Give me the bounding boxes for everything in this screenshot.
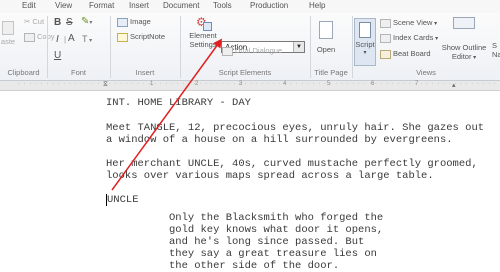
note-icon (117, 32, 128, 42)
dual-dialogue-icon (222, 46, 233, 56)
index-cards-button[interactable]: Index Cards ▾ (380, 33, 438, 43)
ruler-ticks: · · · · · · · · · · · · · · · · · · · · … (18, 81, 497, 87)
font-size-button[interactable]: | (64, 35, 66, 44)
scissors-icon: ✂ (24, 17, 31, 26)
element-settings-button[interactable]: ⚙ Element Settings (186, 16, 220, 49)
dialogue-line[interactable]: Only the Blacksmith who forged the (169, 212, 383, 224)
script-page[interactable]: INT. HOME LIBRARY - DAY Meet TANGLE, 12,… (0, 91, 500, 272)
underline-button[interactable]: U (54, 50, 61, 61)
insert-image-button[interactable]: Image (117, 17, 151, 27)
insert-scriptnote-button[interactable]: ScriptNote (117, 32, 165, 42)
action-line[interactable]: a window of a house on a hill surrounded… (106, 134, 453, 146)
chevron-down-icon: ▾ (363, 50, 367, 56)
scene-heading[interactable]: INT. HOME LIBRARY - DAY (106, 97, 251, 109)
beat-board-button[interactable]: Beat Board (380, 49, 431, 59)
group-label-title-page: Title Page (314, 68, 348, 77)
left-indent-marker[interactable]: ⧖ (103, 81, 108, 89)
bold-button[interactable]: B (54, 17, 61, 28)
dual-dialogue-button[interactable]: Dual Dialogue (222, 46, 282, 56)
action-line[interactable]: Her merchant UNCLE, 40s, curved mustache… (106, 158, 478, 170)
tab-help[interactable]: Help (309, 1, 325, 10)
beat-board-icon (380, 49, 391, 59)
dialogue-line[interactable]: they say a great treasure lies on (169, 248, 377, 260)
copy-icon (24, 32, 35, 42)
dialogue-line[interactable]: the other side of the door. (169, 260, 339, 272)
script-page-icon (359, 22, 371, 38)
cut-button[interactable]: ✂ Cut (24, 17, 44, 26)
ruler-mark: 3 (239, 81, 243, 87)
italic-button[interactable]: I (56, 34, 59, 45)
settings-icon: ⚙ (195, 16, 212, 31)
group-label-clipboard: Clipboard (7, 68, 40, 77)
change-case-button[interactable]: T ▾ (82, 34, 92, 44)
paste-button[interactable]: aste (0, 21, 16, 46)
ruler-mark: 2 (195, 81, 199, 87)
strikethrough-button[interactable]: S (66, 17, 73, 28)
dialogue-line[interactable]: and he's long since passed. But (169, 236, 364, 248)
ruler-mark: 7 (415, 81, 419, 87)
ribbon: aste ✂ Cut Copy Clipboard B S ✎▾ I | A T… (0, 13, 500, 81)
tab-view[interactable]: View (55, 1, 72, 10)
tab-format[interactable]: Format (89, 1, 114, 10)
tab-production[interactable]: Production (250, 1, 288, 10)
group-label-font: Font (70, 68, 86, 77)
group-label-insert: Insert (135, 68, 155, 77)
next-view-button-partial[interactable]: S Na (492, 41, 500, 59)
action-line[interactable]: looks over various maps spread across a … (106, 170, 434, 182)
index-cards-icon (380, 33, 391, 43)
image-icon (117, 17, 128, 27)
script-view-button[interactable]: Script ▾ (354, 18, 376, 66)
ruler-mark: 1 (150, 81, 154, 87)
show-outline-editor-button[interactable]: Show Outline Editor ▾ (436, 17, 492, 61)
paste-icon (2, 21, 14, 35)
ruler-mark: 6 (371, 81, 375, 87)
tab-document[interactable]: Document (163, 1, 199, 10)
ruler-mark: 4 (283, 81, 287, 87)
tab-tools[interactable]: Tools (213, 1, 232, 10)
outline-icon (453, 17, 475, 29)
dialogue-line[interactable]: gold key knows what door it opens, (169, 224, 383, 236)
title-page-icon (319, 21, 333, 39)
group-label-script-elements: Script Elements (218, 68, 272, 77)
scene-view-icon (380, 18, 391, 28)
ruler: · · · · · · · · · · · · · · · · · · · · … (0, 81, 500, 91)
action-line[interactable]: Meet TANGLE, 12, precocious eyes, unruly… (106, 122, 484, 134)
copy-button[interactable]: Copy (24, 32, 55, 42)
tab-edit[interactable]: Edit (22, 1, 36, 10)
scene-view-button[interactable]: Scene View ▾ (380, 18, 437, 28)
group-label-views: Views (416, 68, 436, 77)
chevron-down-icon: ▼ (293, 42, 304, 52)
title-page-open-button[interactable]: Open (312, 21, 340, 54)
highlight-button[interactable]: ✎▾ (81, 16, 92, 27)
right-margin-marker[interactable]: ▴ (452, 81, 456, 89)
ribbon-tab-bar: Edit View Format Insert Document Tools P… (0, 0, 500, 13)
ruler-mark: 5 (327, 81, 331, 87)
character-name[interactable]: UNCLE (106, 194, 139, 206)
tab-insert[interactable]: Insert (129, 1, 149, 10)
font-size-label: A (68, 33, 75, 44)
